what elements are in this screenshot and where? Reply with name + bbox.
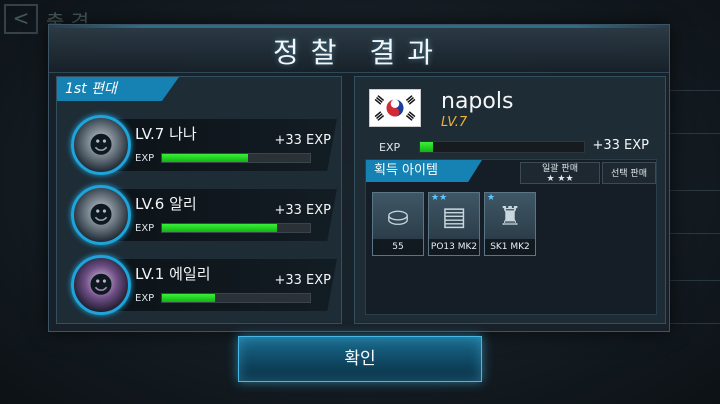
member-exp-gain: +33 EXP — [274, 273, 331, 288]
south-korea-flag-icon — [369, 89, 421, 127]
result-panel: napols LV.7 EXP +33 EXP 획득 아이템 일괄 판매 ★ ★… — [354, 76, 666, 324]
player-level: LV.7 — [441, 115, 468, 130]
item-slot[interactable]: ♜ ★ SK1 MK2 — [484, 192, 536, 256]
robot-part-icon: ♜ — [498, 202, 522, 232]
member-level-name: LV.6 알리 — [135, 195, 197, 213]
player-name: napols — [441, 89, 514, 114]
confirm-button[interactable]: 확인 — [238, 336, 482, 382]
pilot-portrait: ☻ — [71, 185, 131, 245]
acquired-items: 획득 아이템 일괄 판매 ★ ★★ 선택 판매 ⛀ 55 ▤ ★★ PO13 M… — [365, 159, 657, 315]
player-exp-bar-fill — [420, 142, 434, 152]
bulk-sell-label: 일괄 판매 — [542, 164, 578, 174]
member-level-name: LV.1 에일리 — [135, 265, 211, 283]
member-exp-gain: +33 EXP — [274, 133, 331, 148]
back-button: < — [4, 4, 38, 34]
bulk-sell-stars: ★ ★★ — [546, 174, 574, 184]
member-exp-gain: +33 EXP — [274, 203, 331, 218]
exp-bar — [161, 223, 311, 233]
squad-member: ☻ LV.1 에일리 +33 EXP EXP — [57, 253, 343, 315]
exp-label: EXP — [135, 223, 155, 234]
pilot-portrait: ☻ — [71, 115, 131, 175]
item-slot[interactable]: ⛀ 55 — [372, 192, 424, 256]
coins-icon: ⛀ — [387, 202, 409, 232]
pilot-portrait: ☻ — [71, 255, 131, 315]
exp-label: EXP — [135, 153, 155, 164]
document-icon: ▤ — [441, 202, 467, 232]
exp-label: EXP — [135, 293, 155, 304]
exp-bar-fill — [162, 154, 248, 162]
item-stars: ★★ — [431, 193, 448, 203]
item-label: 55 — [373, 239, 423, 255]
player-exp-label: EXP — [379, 141, 401, 154]
squad-member: ☻ LV.6 알리 +33 EXP EXP — [57, 183, 343, 245]
exp-bar — [161, 153, 311, 163]
squad-panel: 1st 편대 ☻ LV.7 나나 +33 EXP EXP ☻ LV.6 알리 +… — [56, 76, 342, 324]
player-summary: napols LV.7 EXP +33 EXP — [365, 85, 657, 155]
item-label: PO13 MK2 — [429, 239, 479, 255]
item-label: SK1 MK2 — [485, 239, 535, 255]
acquired-items-header: 획득 아이템 — [366, 160, 482, 182]
squad-header: 1st 편대 — [57, 77, 179, 101]
member-level-name: LV.7 나나 — [135, 125, 197, 143]
player-exp-bar — [419, 141, 585, 153]
modal-title: 정찰 결과 — [273, 36, 445, 69]
player-exp-gain: +33 EXP — [592, 138, 649, 153]
select-sell-button[interactable]: 선택 판매 — [602, 162, 656, 184]
item-slot[interactable]: ▤ ★★ PO13 MK2 — [428, 192, 480, 256]
exp-bar-fill — [162, 224, 278, 232]
item-stars: ★ — [487, 193, 496, 203]
squad-member: ☻ LV.7 나나 +33 EXP EXP — [57, 113, 343, 175]
bulk-sell-button[interactable]: 일괄 판매 ★ ★★ — [520, 162, 600, 184]
modal-header: 정찰 결과 — [49, 25, 669, 73]
exp-bar — [161, 293, 311, 303]
exp-bar-fill — [162, 294, 216, 302]
